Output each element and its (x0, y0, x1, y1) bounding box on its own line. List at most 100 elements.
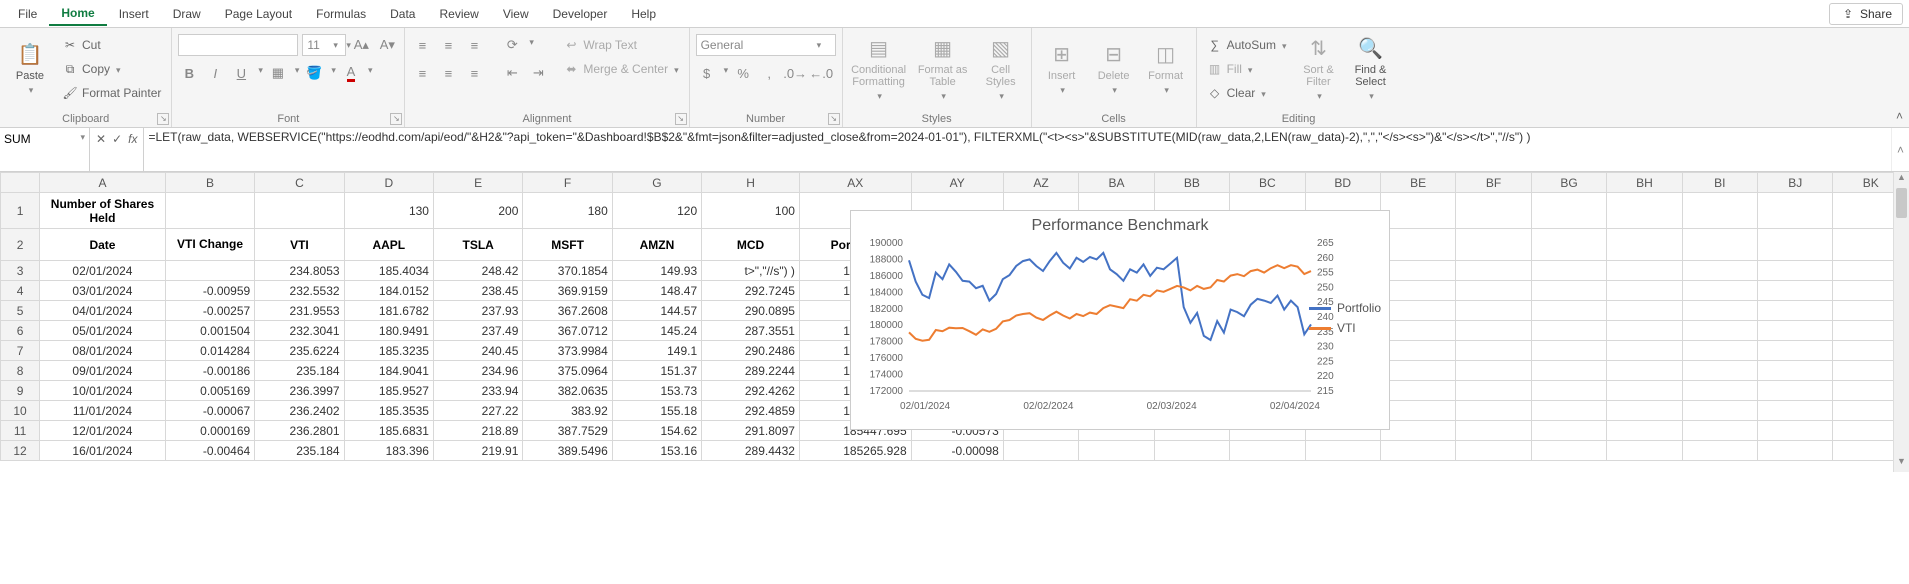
cell-C6[interactable]: 232.3041 (255, 321, 344, 341)
col-header-BC[interactable]: BC (1230, 173, 1305, 193)
cell-BD12[interactable] (1305, 441, 1380, 461)
cell-BE5[interactable] (1380, 301, 1455, 321)
cell-BI9[interactable] (1682, 381, 1757, 401)
cell-B6[interactable]: 0.001504 (165, 321, 254, 341)
cell-BH1[interactable] (1607, 193, 1682, 229)
font-size-input[interactable] (303, 35, 329, 55)
cell-BF6[interactable] (1456, 321, 1531, 341)
col-header-AY[interactable]: AY (911, 173, 1003, 193)
menu-file[interactable]: File (6, 3, 49, 25)
cell-BE4[interactable] (1380, 281, 1455, 301)
font-dialog-launcher[interactable]: ↘ (390, 113, 402, 125)
cell-BJ11[interactable] (1758, 421, 1833, 441)
decrease-indent-button[interactable]: ⇤ (501, 62, 523, 84)
cell-BJ5[interactable] (1758, 301, 1833, 321)
cell-B12[interactable]: -0.00464 (165, 441, 254, 461)
cell-A7[interactable]: 08/01/2024 (40, 341, 166, 361)
cancel-formula-button[interactable]: ✕ (96, 130, 106, 146)
cell-B10[interactable]: -0.00067 (165, 401, 254, 421)
align-middle-button[interactable]: ≡ (437, 34, 459, 56)
format-as-table-button[interactable]: ▦ Format as Table (913, 30, 973, 106)
cell-D2[interactable]: AAPL (344, 229, 433, 261)
orientation-button[interactable]: ⟳ (501, 34, 523, 56)
find-select-dropdown[interactable] (1367, 90, 1374, 102)
increase-decimal-button[interactable]: .0→ (784, 62, 806, 84)
col-header-E[interactable]: E (433, 173, 522, 193)
cell-BJ8[interactable] (1758, 361, 1833, 381)
cell-E7[interactable]: 240.45 (433, 341, 522, 361)
fill-dropdown[interactable] (1246, 62, 1253, 76)
alignment-dialog-launcher[interactable]: ↘ (675, 113, 687, 125)
cell-H8[interactable]: 289.2244 (702, 361, 800, 381)
autosum-button[interactable]: ∑ AutoSum (1203, 34, 1291, 56)
cell-F2[interactable]: MSFT (523, 229, 612, 261)
menu-formulas[interactable]: Formulas (304, 3, 378, 25)
font-color-dropdown[interactable] (366, 62, 373, 84)
cell-F9[interactable]: 382.0635 (523, 381, 612, 401)
fx-button[interactable]: fx (128, 130, 137, 146)
row-header-7[interactable]: 7 (1, 341, 40, 361)
conditional-formatting-button[interactable]: ▤ Conditional Formatting (849, 30, 909, 106)
cell-BE12[interactable] (1380, 441, 1455, 461)
col-header-F[interactable]: F (523, 173, 612, 193)
cell-BF9[interactable] (1456, 381, 1531, 401)
menu-data[interactable]: Data (378, 3, 427, 25)
cell-G1[interactable]: 120 (612, 193, 701, 229)
autosum-dropdown[interactable] (1280, 38, 1287, 52)
cell-B1[interactable] (165, 193, 254, 229)
font-name-combo[interactable]: ▾ (178, 34, 298, 56)
cell-H2[interactable]: MCD (702, 229, 800, 261)
cell-G7[interactable]: 149.1 (612, 341, 701, 361)
cell-BA12[interactable] (1079, 441, 1154, 461)
col-header-BJ[interactable]: BJ (1758, 173, 1833, 193)
cell-BG5[interactable] (1531, 301, 1606, 321)
cell-G10[interactable]: 155.18 (612, 401, 701, 421)
cell-A2[interactable]: Date (40, 229, 166, 261)
cell-B11[interactable]: 0.000169 (165, 421, 254, 441)
cell-A9[interactable]: 10/01/2024 (40, 381, 166, 401)
cell-H12[interactable]: 289.4432 (702, 441, 800, 461)
cell-A4[interactable]: 03/01/2024 (40, 281, 166, 301)
cell-G12[interactable]: 153.16 (612, 441, 701, 461)
formula-input[interactable]: =LET(raw_data, WEBSERVICE("https://eodhd… (144, 128, 1891, 171)
cell-BI2[interactable] (1682, 229, 1757, 261)
row-header-3[interactable]: 3 (1, 261, 40, 281)
cell-E1[interactable]: 200 (433, 193, 522, 229)
cell-BF3[interactable] (1456, 261, 1531, 281)
align-center-button[interactable]: ≡ (437, 62, 459, 84)
cell-A10[interactable]: 11/01/2024 (40, 401, 166, 421)
cell-BH3[interactable] (1607, 261, 1682, 281)
cell-BG6[interactable] (1531, 321, 1606, 341)
format-cells-dropdown[interactable] (1162, 84, 1169, 96)
col-header-BG[interactable]: BG (1531, 173, 1606, 193)
percent-button[interactable]: % (732, 62, 754, 84)
scroll-up-button[interactable]: ▲ (1894, 172, 1909, 188)
cell-AY12[interactable]: -0.00098 (911, 441, 1003, 461)
number-format-combo[interactable]: ▾ (696, 34, 836, 56)
cell-C9[interactable]: 236.3997 (255, 381, 344, 401)
cell-E3[interactable]: 248.42 (433, 261, 522, 281)
bold-button[interactable]: B (178, 62, 200, 84)
cell-BH8[interactable] (1607, 361, 1682, 381)
cell-A8[interactable]: 09/01/2024 (40, 361, 166, 381)
cell-BF12[interactable] (1456, 441, 1531, 461)
delete-cells-dropdown[interactable] (1110, 84, 1117, 96)
worksheet-grid[interactable]: ABCDEFGHAXAYAZBABBBCBDBEBFBGBHBIBJBK1Num… (0, 172, 1909, 472)
cell-BI6[interactable] (1682, 321, 1757, 341)
number-format-input[interactable] (697, 35, 813, 55)
cell-BJ7[interactable] (1758, 341, 1833, 361)
row-header-10[interactable]: 10 (1, 401, 40, 421)
col-header-A[interactable]: A (40, 173, 166, 193)
cell-BH9[interactable] (1607, 381, 1682, 401)
accounting-dropdown[interactable] (722, 62, 729, 84)
menu-developer[interactable]: Developer (541, 3, 620, 25)
paste-dropdown[interactable] (27, 84, 34, 96)
share-button[interactable]: ⇪ Share (1829, 3, 1903, 25)
cell-B3[interactable] (165, 261, 254, 281)
cell-E12[interactable]: 219.91 (433, 441, 522, 461)
number-dialog-launcher[interactable]: ↘ (828, 113, 840, 125)
cell-AZ12[interactable] (1003, 441, 1078, 461)
name-box-input[interactable] (0, 128, 76, 150)
paste-button[interactable]: 📋 Paste (6, 30, 54, 106)
sort-filter-button[interactable]: ⇅ Sort & Filter (1294, 30, 1342, 106)
